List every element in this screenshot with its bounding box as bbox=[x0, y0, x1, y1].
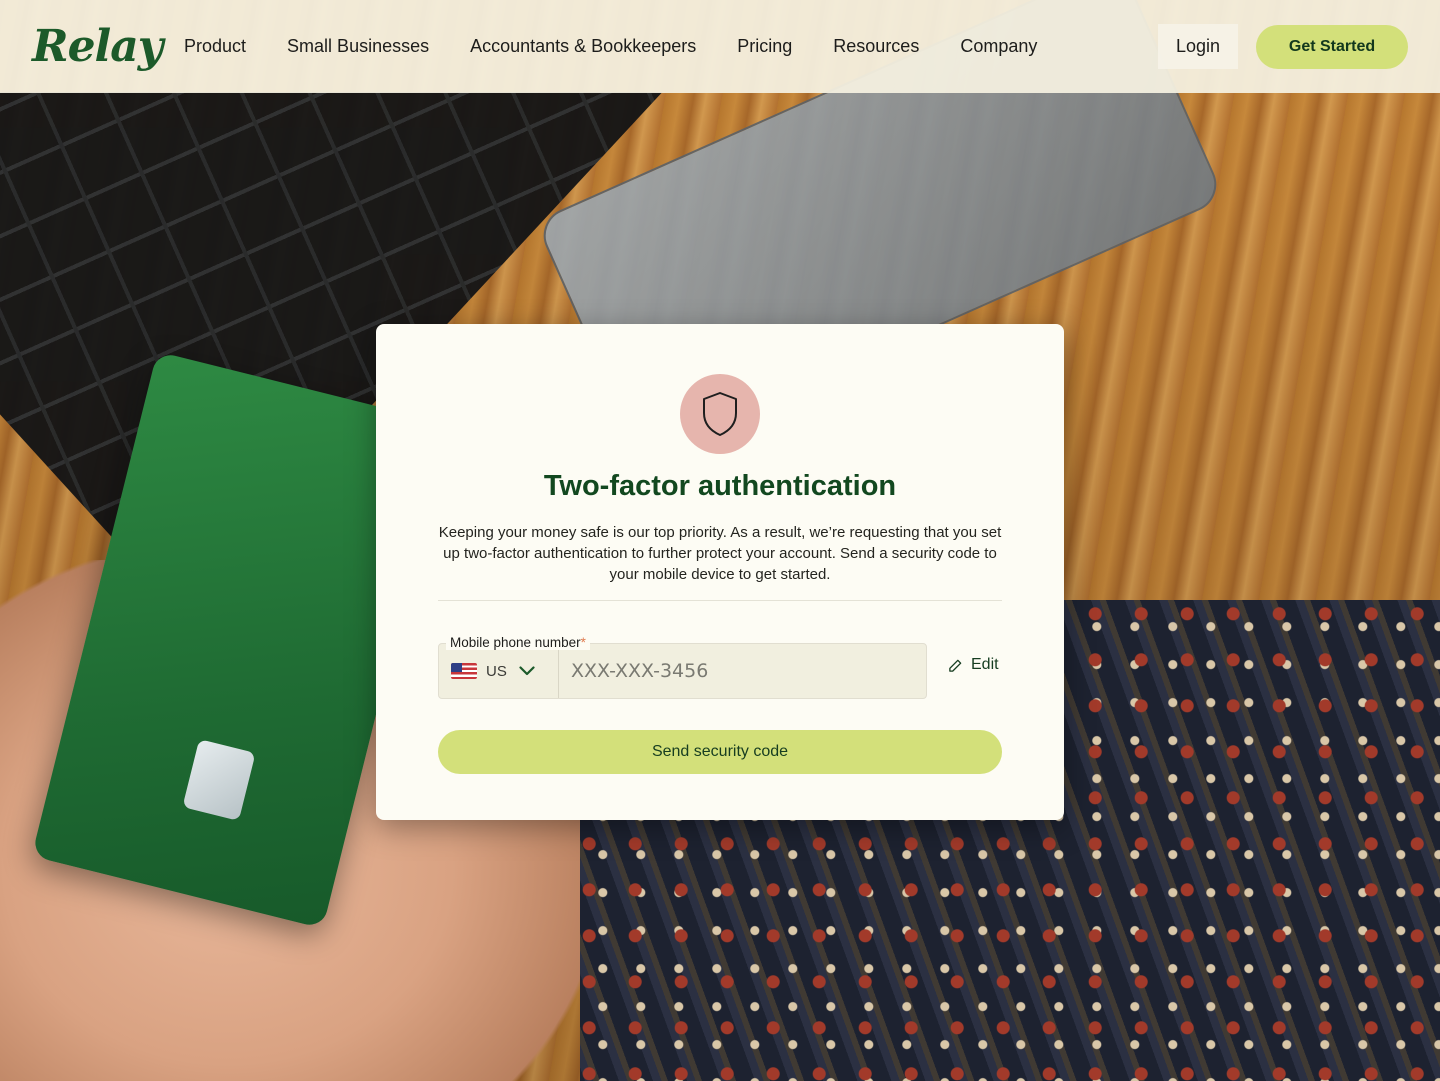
country-select[interactable]: US bbox=[439, 644, 559, 698]
divider bbox=[438, 600, 1002, 601]
nav-link-small-businesses[interactable]: Small Businesses bbox=[287, 36, 429, 57]
phone-field-label: Mobile phone number* bbox=[446, 635, 590, 650]
phone-label-text: Mobile phone number bbox=[450, 635, 581, 650]
auth-description: Keeping your money safe is our top prior… bbox=[438, 524, 1002, 583]
nav-link-company[interactable]: Company bbox=[960, 36, 1037, 57]
two-factor-card: Two-factor authentication Keeping your m… bbox=[376, 324, 1064, 820]
send-security-code-button[interactable]: Send security code bbox=[438, 730, 1002, 774]
us-flag-icon bbox=[451, 663, 477, 679]
nav-link-resources[interactable]: Resources bbox=[833, 36, 919, 57]
nav-link-accountants-bookkeepers[interactable]: Accountants & Bookkeepers bbox=[470, 36, 696, 57]
edit-label: Edit bbox=[971, 656, 999, 673]
relay-logo[interactable]: Relay bbox=[32, 21, 184, 72]
page-title: Two-factor authentication bbox=[543, 470, 897, 502]
chevron-down-icon bbox=[519, 666, 535, 676]
phone-number-field: US XXX-XXX-3456 bbox=[438, 643, 927, 699]
required-mark: * bbox=[580, 635, 586, 650]
nav-link-product[interactable]: Product bbox=[184, 36, 246, 57]
nav-links: Product Small Businesses Accountants & B… bbox=[184, 36, 1078, 57]
country-code: US bbox=[486, 662, 507, 680]
login-link[interactable]: Login bbox=[1157, 24, 1238, 69]
nav-actions: Login Get Started bbox=[1157, 24, 1408, 69]
top-nav: Relay Product Small Businesses Accountan… bbox=[0, 0, 1440, 93]
shield-icon bbox=[703, 392, 737, 436]
edit-button[interactable]: Edit bbox=[948, 656, 999, 674]
shield-badge bbox=[680, 374, 760, 454]
nav-link-pricing[interactable]: Pricing bbox=[737, 36, 792, 57]
phone-number-input[interactable]: XXX-XXX-3456 bbox=[559, 660, 708, 682]
get-started-button[interactable]: Get Started bbox=[1256, 24, 1408, 69]
pencil-icon bbox=[949, 659, 962, 672]
